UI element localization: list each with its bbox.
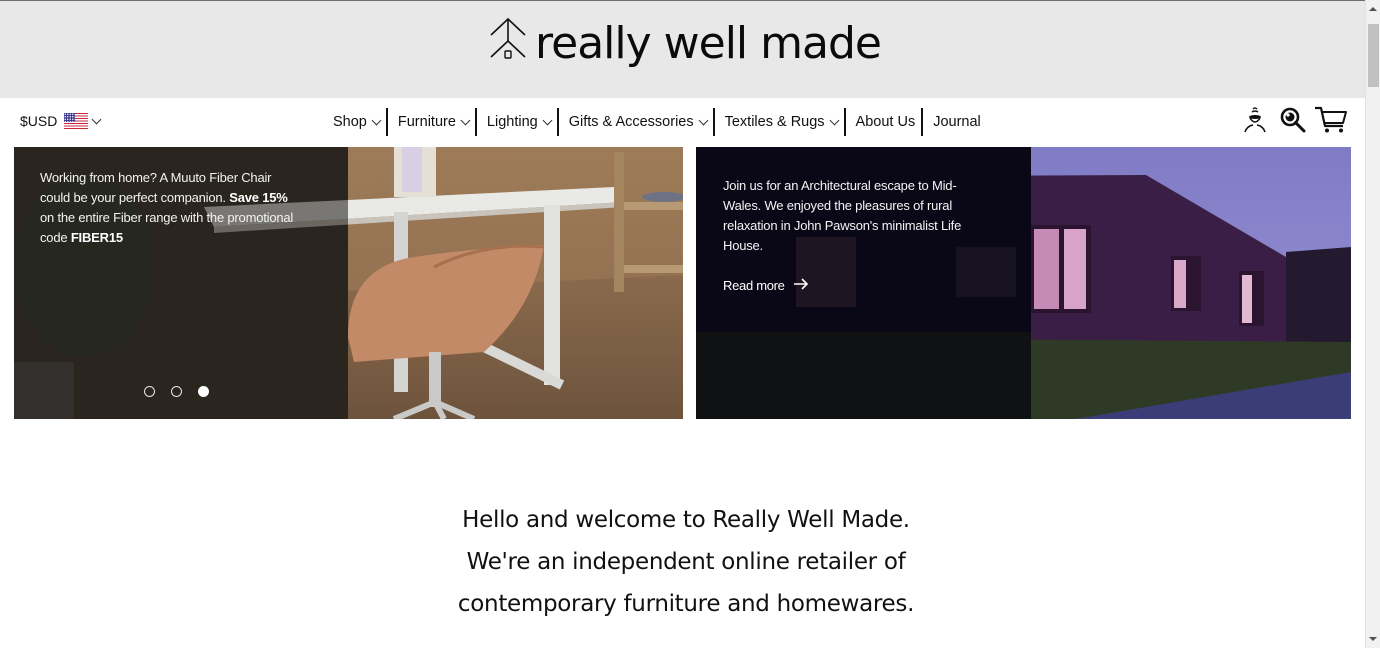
welcome-line: contemporary furniture and homewares. xyxy=(457,591,915,617)
currency-label: $USD xyxy=(20,113,58,129)
scroll-up-arrow-icon[interactable] xyxy=(1369,7,1377,11)
welcome-line: Hello and welcome to Really Well Made. xyxy=(462,507,910,533)
category-menu: Shop Furniture Lighting Gifts & Accessor… xyxy=(333,108,981,136)
banner-promo-text: Working from home? A Muuto Fiber Chair c… xyxy=(40,168,302,248)
read-more-link[interactable]: Read more xyxy=(723,278,809,293)
currency-selector[interactable]: $USD xyxy=(20,113,102,129)
nav-item-lighting[interactable]: Lighting xyxy=(486,108,553,136)
scroll-down-arrow-icon[interactable] xyxy=(1369,637,1377,641)
search-button[interactable] xyxy=(1275,106,1311,138)
promo-discount: Save 15% xyxy=(229,190,288,205)
chevron-down-icon xyxy=(698,115,709,125)
menu-divider xyxy=(385,108,388,136)
menu-divider xyxy=(556,108,559,136)
cart-button[interactable] xyxy=(1313,106,1349,138)
nav-item-label: Textiles & Rugs xyxy=(724,114,825,130)
cart-icon xyxy=(1314,106,1348,139)
menu-divider xyxy=(921,108,924,136)
nav-item-journal[interactable]: Journal xyxy=(933,108,981,136)
hero-banner-left[interactable]: Working from home? A Muuto Fiber Chair c… xyxy=(14,147,683,419)
nav-item-textiles-rugs[interactable]: Textiles & Rugs xyxy=(724,108,839,136)
carousel-dots xyxy=(144,386,225,397)
nav-item-label: Journal xyxy=(933,114,981,130)
carousel-dot-3-active[interactable] xyxy=(198,386,209,397)
nav-item-furniture[interactable]: Furniture xyxy=(397,108,471,136)
menu-divider xyxy=(474,108,477,136)
menu-divider xyxy=(712,108,715,136)
journal-teaser-text: Join us for an Architectural escape to M… xyxy=(723,178,962,253)
chevron-down-icon xyxy=(371,115,382,125)
chevron-down-icon xyxy=(91,114,102,124)
nav-item-label: About Us xyxy=(855,114,916,130)
nav-item-label: Gifts & Accessories xyxy=(568,114,694,130)
nav-item-gifts-accessories[interactable]: Gifts & Accessories xyxy=(568,108,709,136)
page: really well made $USD Shop Furniture Lig… xyxy=(0,0,1365,648)
carousel-dot-2[interactable] xyxy=(171,386,182,397)
page-scrollbar[interactable] xyxy=(1365,0,1380,648)
read-more-label: Read more xyxy=(723,278,785,293)
search-icon xyxy=(1280,107,1306,138)
arrow-right-icon xyxy=(785,278,809,293)
us-flag-icon xyxy=(64,113,89,129)
nav-item-label: Shop xyxy=(333,114,367,130)
logo[interactable]: really well made xyxy=(489,17,882,73)
promo-code: FIBER15 xyxy=(70,230,123,245)
main-navigation: $USD Shop Furniture Lighting Gifts & Acc… xyxy=(0,98,1365,147)
hero-banner-right[interactable]: Join us for an Architectural escape to M… xyxy=(696,147,1351,419)
header-actions xyxy=(1235,106,1349,138)
nav-item-label: Furniture xyxy=(397,114,456,130)
nav-item-shop[interactable]: Shop xyxy=(333,108,382,136)
welcome-message: Hello and welcome to Really Well Made. W… xyxy=(0,499,1365,625)
menu-divider xyxy=(843,108,846,136)
chevron-down-icon xyxy=(460,115,471,125)
nav-item-label: Lighting xyxy=(486,114,538,130)
chevron-down-icon xyxy=(829,115,839,125)
nav-item-about-us[interactable]: About Us xyxy=(856,108,916,136)
chevron-down-icon xyxy=(542,115,553,125)
carousel-dot-1[interactable] xyxy=(144,386,155,397)
welcome-line: We're an independent online retailer of xyxy=(466,549,906,575)
brand-header: really well made xyxy=(0,1,1365,98)
account-icon xyxy=(1243,106,1267,139)
account-button[interactable] xyxy=(1237,106,1273,138)
house-arrow-icon xyxy=(489,17,527,61)
brand-name: really well made xyxy=(535,18,882,69)
scrollbar-thumb[interactable] xyxy=(1368,24,1379,87)
